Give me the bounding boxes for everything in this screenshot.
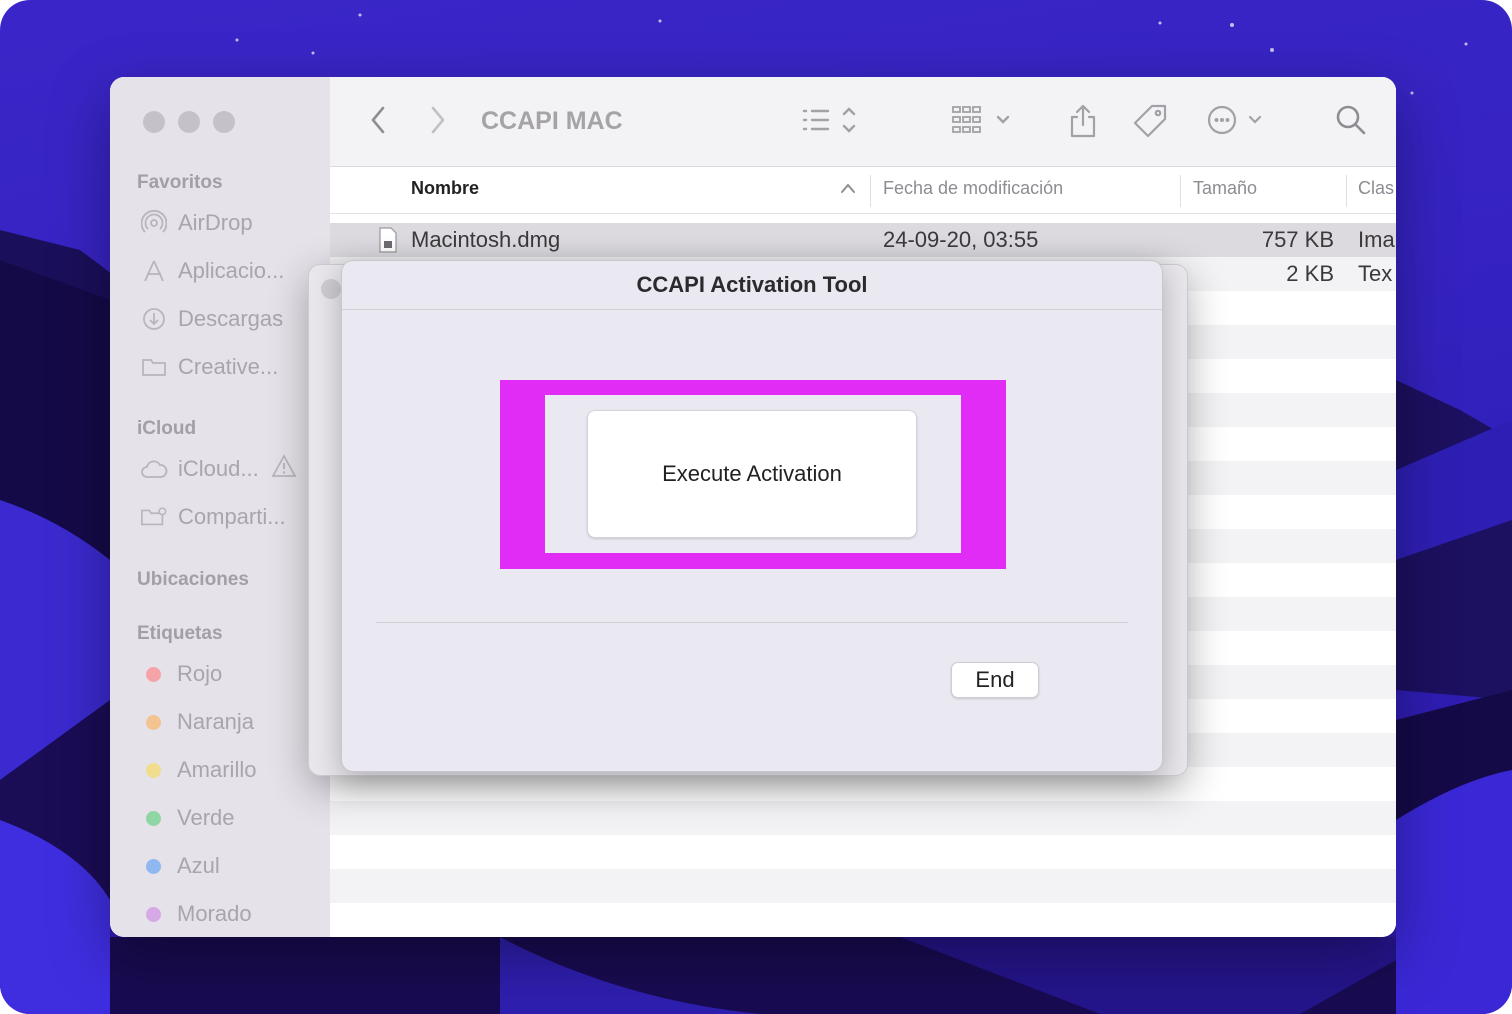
column-date-modified[interactable]: Fecha de modificación bbox=[883, 178, 1063, 199]
file-size: 2 KB bbox=[1286, 261, 1334, 286]
tag-color-dot bbox=[146, 714, 161, 730]
sidebar-item-label: Naranja bbox=[177, 709, 255, 734]
file-date: 24-09-20, 03:55 bbox=[883, 227, 1039, 252]
column-divider bbox=[1346, 175, 1347, 207]
sidebar-item-applications[interactable]: Aplicacio... bbox=[140, 253, 284, 289]
sidebar-item-airdrop[interactable]: AirDrop bbox=[140, 205, 253, 241]
grid-group-icon[interactable] bbox=[950, 103, 1014, 137]
sidebar-item-label: Morado bbox=[177, 901, 252, 926]
list-view-icon[interactable] bbox=[800, 103, 862, 137]
execute-activation-button[interactable]: Execute Activation bbox=[587, 410, 917, 538]
zoom-window-button[interactable] bbox=[213, 111, 235, 133]
share-icon[interactable] bbox=[1068, 103, 1098, 139]
tag-color-dot bbox=[146, 858, 161, 874]
window-controls bbox=[143, 111, 235, 133]
end-button[interactable]: End bbox=[951, 662, 1039, 698]
tag-color-dot bbox=[146, 906, 161, 922]
sidebar-item-label: AirDrop bbox=[178, 210, 253, 235]
column-kind[interactable]: Clas bbox=[1358, 178, 1394, 199]
highlight-inner-area: Execute Activation bbox=[545, 395, 961, 553]
back-chevron-icon[interactable] bbox=[368, 103, 388, 137]
tag-color-dot bbox=[146, 810, 161, 826]
more-actions-icon[interactable] bbox=[1206, 103, 1268, 137]
sidebar-item-label: Rojo bbox=[177, 661, 223, 686]
column-size[interactable]: Tamaño bbox=[1193, 178, 1257, 199]
folder-icon bbox=[140, 353, 168, 381]
icloud-icon bbox=[140, 455, 168, 483]
sidebar-heading-favorites: Favoritos bbox=[137, 172, 223, 193]
highlight-annotation: Execute Activation bbox=[500, 380, 1006, 569]
search-icon[interactable] bbox=[1334, 103, 1368, 137]
applications-icon bbox=[140, 257, 168, 285]
sidebar-tag-green[interactable]: Verde bbox=[140, 800, 235, 836]
empty-row bbox=[330, 801, 1396, 835]
window-control-button[interactable] bbox=[321, 279, 341, 299]
column-header: Nombre Fecha de modificación Tamaño Clas bbox=[330, 167, 1396, 214]
shared-folder-icon bbox=[140, 503, 168, 531]
sidebar-item-label: Azul bbox=[177, 853, 220, 878]
empty-row bbox=[330, 869, 1396, 903]
sidebar-tag-purple[interactable]: Morado bbox=[140, 896, 252, 932]
file-kind: Tex bbox=[1358, 261, 1393, 286]
sidebar-tag-red[interactable]: Rojo bbox=[140, 656, 222, 692]
empty-row bbox=[330, 835, 1396, 869]
activation-dialog: CCAPI Activation Tool Execute Activation… bbox=[341, 260, 1163, 772]
sidebar-tag-blue[interactable]: Azul bbox=[140, 848, 220, 884]
file-size: 757 KB bbox=[1261, 227, 1334, 252]
sidebar-item-label: Amarillo bbox=[177, 757, 257, 782]
sidebar-item-label: Comparti... bbox=[178, 504, 286, 529]
forward-chevron-icon[interactable] bbox=[428, 103, 448, 137]
finder-sidebar: Favoritos AirDrop Aplicacio... Descargas… bbox=[110, 77, 330, 937]
sidebar-heading-tags: Etiquetas bbox=[137, 623, 223, 644]
sort-ascending-icon[interactable] bbox=[840, 181, 856, 199]
finder-toolbar: CCAPI MAC bbox=[330, 77, 1396, 167]
sidebar-tag-orange[interactable]: Naranja bbox=[140, 704, 254, 740]
sidebar-item-label: Descargas bbox=[178, 306, 284, 331]
close-window-button[interactable] bbox=[143, 111, 165, 133]
tag-icon[interactable] bbox=[1132, 103, 1168, 139]
sidebar-item-label: Aplicacio... bbox=[178, 258, 285, 283]
sidebar-heading-icloud: iCloud bbox=[137, 418, 197, 439]
sidebar-item-icloud-drive[interactable]: iCloud... bbox=[140, 451, 297, 487]
dialog-divider bbox=[376, 622, 1128, 623]
dialog-title: CCAPI Activation Tool bbox=[342, 261, 1162, 310]
sidebar-item-shared[interactable]: Comparti... bbox=[140, 499, 286, 535]
downloads-icon bbox=[140, 305, 168, 333]
sidebar-item-label: iCloud... bbox=[178, 456, 259, 481]
sidebar-item-label: Creative... bbox=[178, 354, 279, 379]
window-title: CCAPI MAC bbox=[481, 107, 623, 135]
file-kind: Ima bbox=[1358, 227, 1395, 252]
airdrop-icon bbox=[140, 209, 168, 237]
file-name: Macintosh.dmg bbox=[411, 227, 561, 252]
table-row[interactable]: Macintosh.dmg 24-09-20, 03:55 757 KB Ima bbox=[330, 223, 1396, 257]
column-name[interactable]: Nombre bbox=[411, 178, 479, 199]
warning-icon bbox=[271, 454, 297, 484]
sidebar-heading-locations: Ubicaciones bbox=[137, 569, 249, 590]
column-divider bbox=[870, 175, 871, 207]
sidebar-item-creative[interactable]: Creative... bbox=[140, 349, 278, 385]
column-divider bbox=[1180, 175, 1181, 207]
minimize-window-button[interactable] bbox=[178, 111, 200, 133]
tag-color-dot bbox=[146, 666, 161, 682]
sidebar-item-downloads[interactable]: Descargas bbox=[140, 301, 283, 337]
sidebar-item-label: Verde bbox=[177, 805, 235, 830]
sidebar-tag-yellow[interactable]: Amarillo bbox=[140, 752, 256, 788]
disk-image-file-icon bbox=[378, 227, 398, 258]
tag-color-dot bbox=[146, 762, 161, 778]
